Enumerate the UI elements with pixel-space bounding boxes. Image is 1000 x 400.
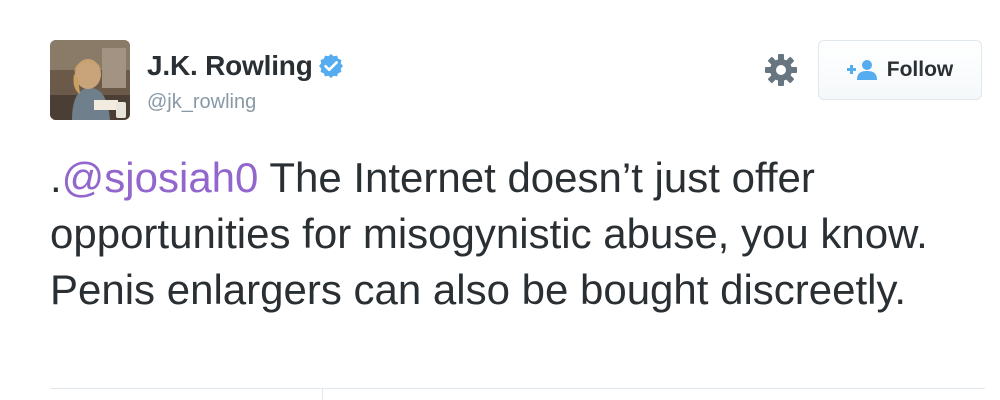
- add-user-icon: [846, 60, 877, 80]
- tweet-prefix: .: [50, 154, 62, 201]
- tweet-divider: [50, 388, 985, 389]
- gear-icon[interactable]: [764, 53, 798, 87]
- verified-badge-icon: [318, 54, 343, 78]
- tweet-mention-link[interactable]: @sjosiah0: [62, 154, 259, 201]
- display-name[interactable]: J.K. Rowling: [147, 50, 313, 82]
- follow-label: Follow: [886, 58, 954, 81]
- stats-divider: [322, 388, 323, 400]
- avatar-photo: [50, 40, 130, 120]
- tweet-text: .@sjosiah0 The Internet doesn’t just off…: [50, 150, 950, 318]
- user-handle[interactable]: @jk_rowling: [147, 91, 256, 114]
- follow-button[interactable]: Follow: [818, 40, 982, 100]
- user-name-row: J.K. Rowling: [147, 50, 344, 82]
- avatar[interactable]: [50, 40, 130, 120]
